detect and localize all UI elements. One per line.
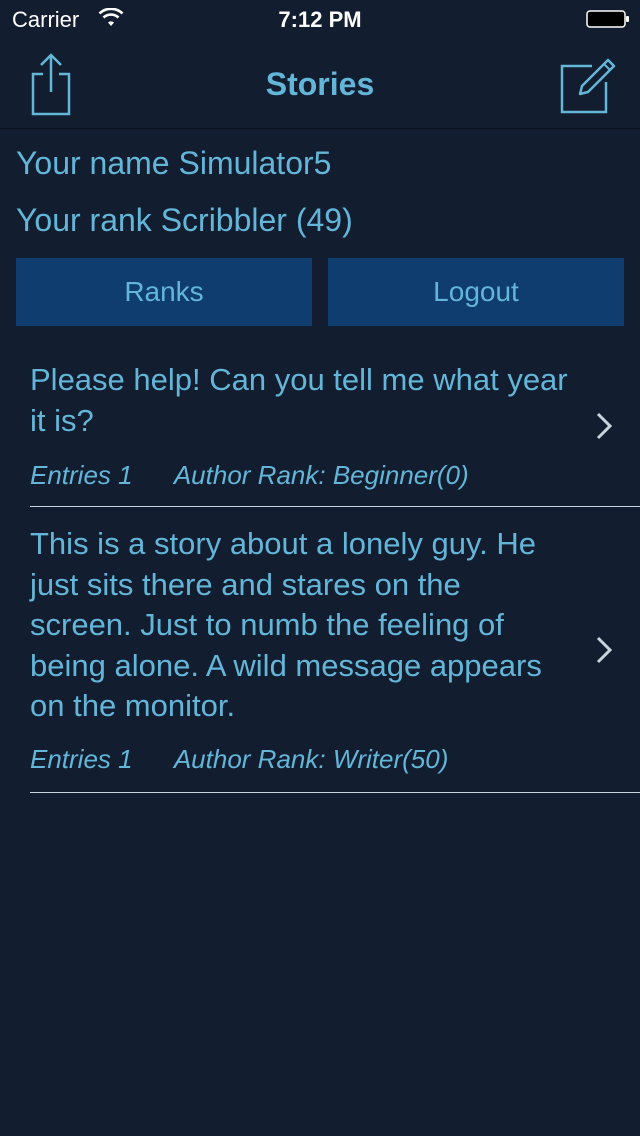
story-author-rank: Author Rank: Writer(50)	[173, 744, 449, 774]
story-entries: Entries 1	[30, 744, 133, 774]
status-bar: Carrier 7:12 PM	[0, 0, 640, 40]
page-title: Stories	[265, 66, 375, 102]
list-item[interactable]: Please help! Can you tell me what year i…	[30, 360, 640, 507]
story-text: This is a story about a lonely guy. He j…	[30, 526, 542, 723]
user-name-label: Your name Simulator5	[16, 145, 332, 181]
story-entries: Entries 1	[30, 460, 133, 490]
chevron-right-icon	[596, 636, 612, 664]
story-author-rank: Author Rank: Beginner(0)	[173, 460, 469, 490]
navigation-bar: Stories	[0, 40, 640, 129]
story-meta: Entries 1 Author Rank: Beginner(0)	[30, 460, 469, 491]
clock: 7:12 PM	[278, 7, 362, 32]
chevron-right-icon	[596, 412, 612, 440]
ranks-button[interactable]: Ranks	[16, 258, 312, 326]
logout-button[interactable]: Logout	[328, 258, 624, 326]
list-item[interactable]: This is a story about a lonely guy. He j…	[30, 524, 640, 793]
story-text: Please help! Can you tell me what year i…	[30, 362, 568, 438]
battery-icon	[586, 10, 629, 28]
story-meta: Entries 1 Author Rank: Writer(50)	[30, 744, 448, 775]
user-rank-label: Your rank Scribbler (49)	[16, 202, 353, 238]
compose-icon[interactable]	[558, 54, 618, 114]
stories-screen: Carrier 7:12 PM Stories Your name Simula…	[0, 0, 640, 1136]
